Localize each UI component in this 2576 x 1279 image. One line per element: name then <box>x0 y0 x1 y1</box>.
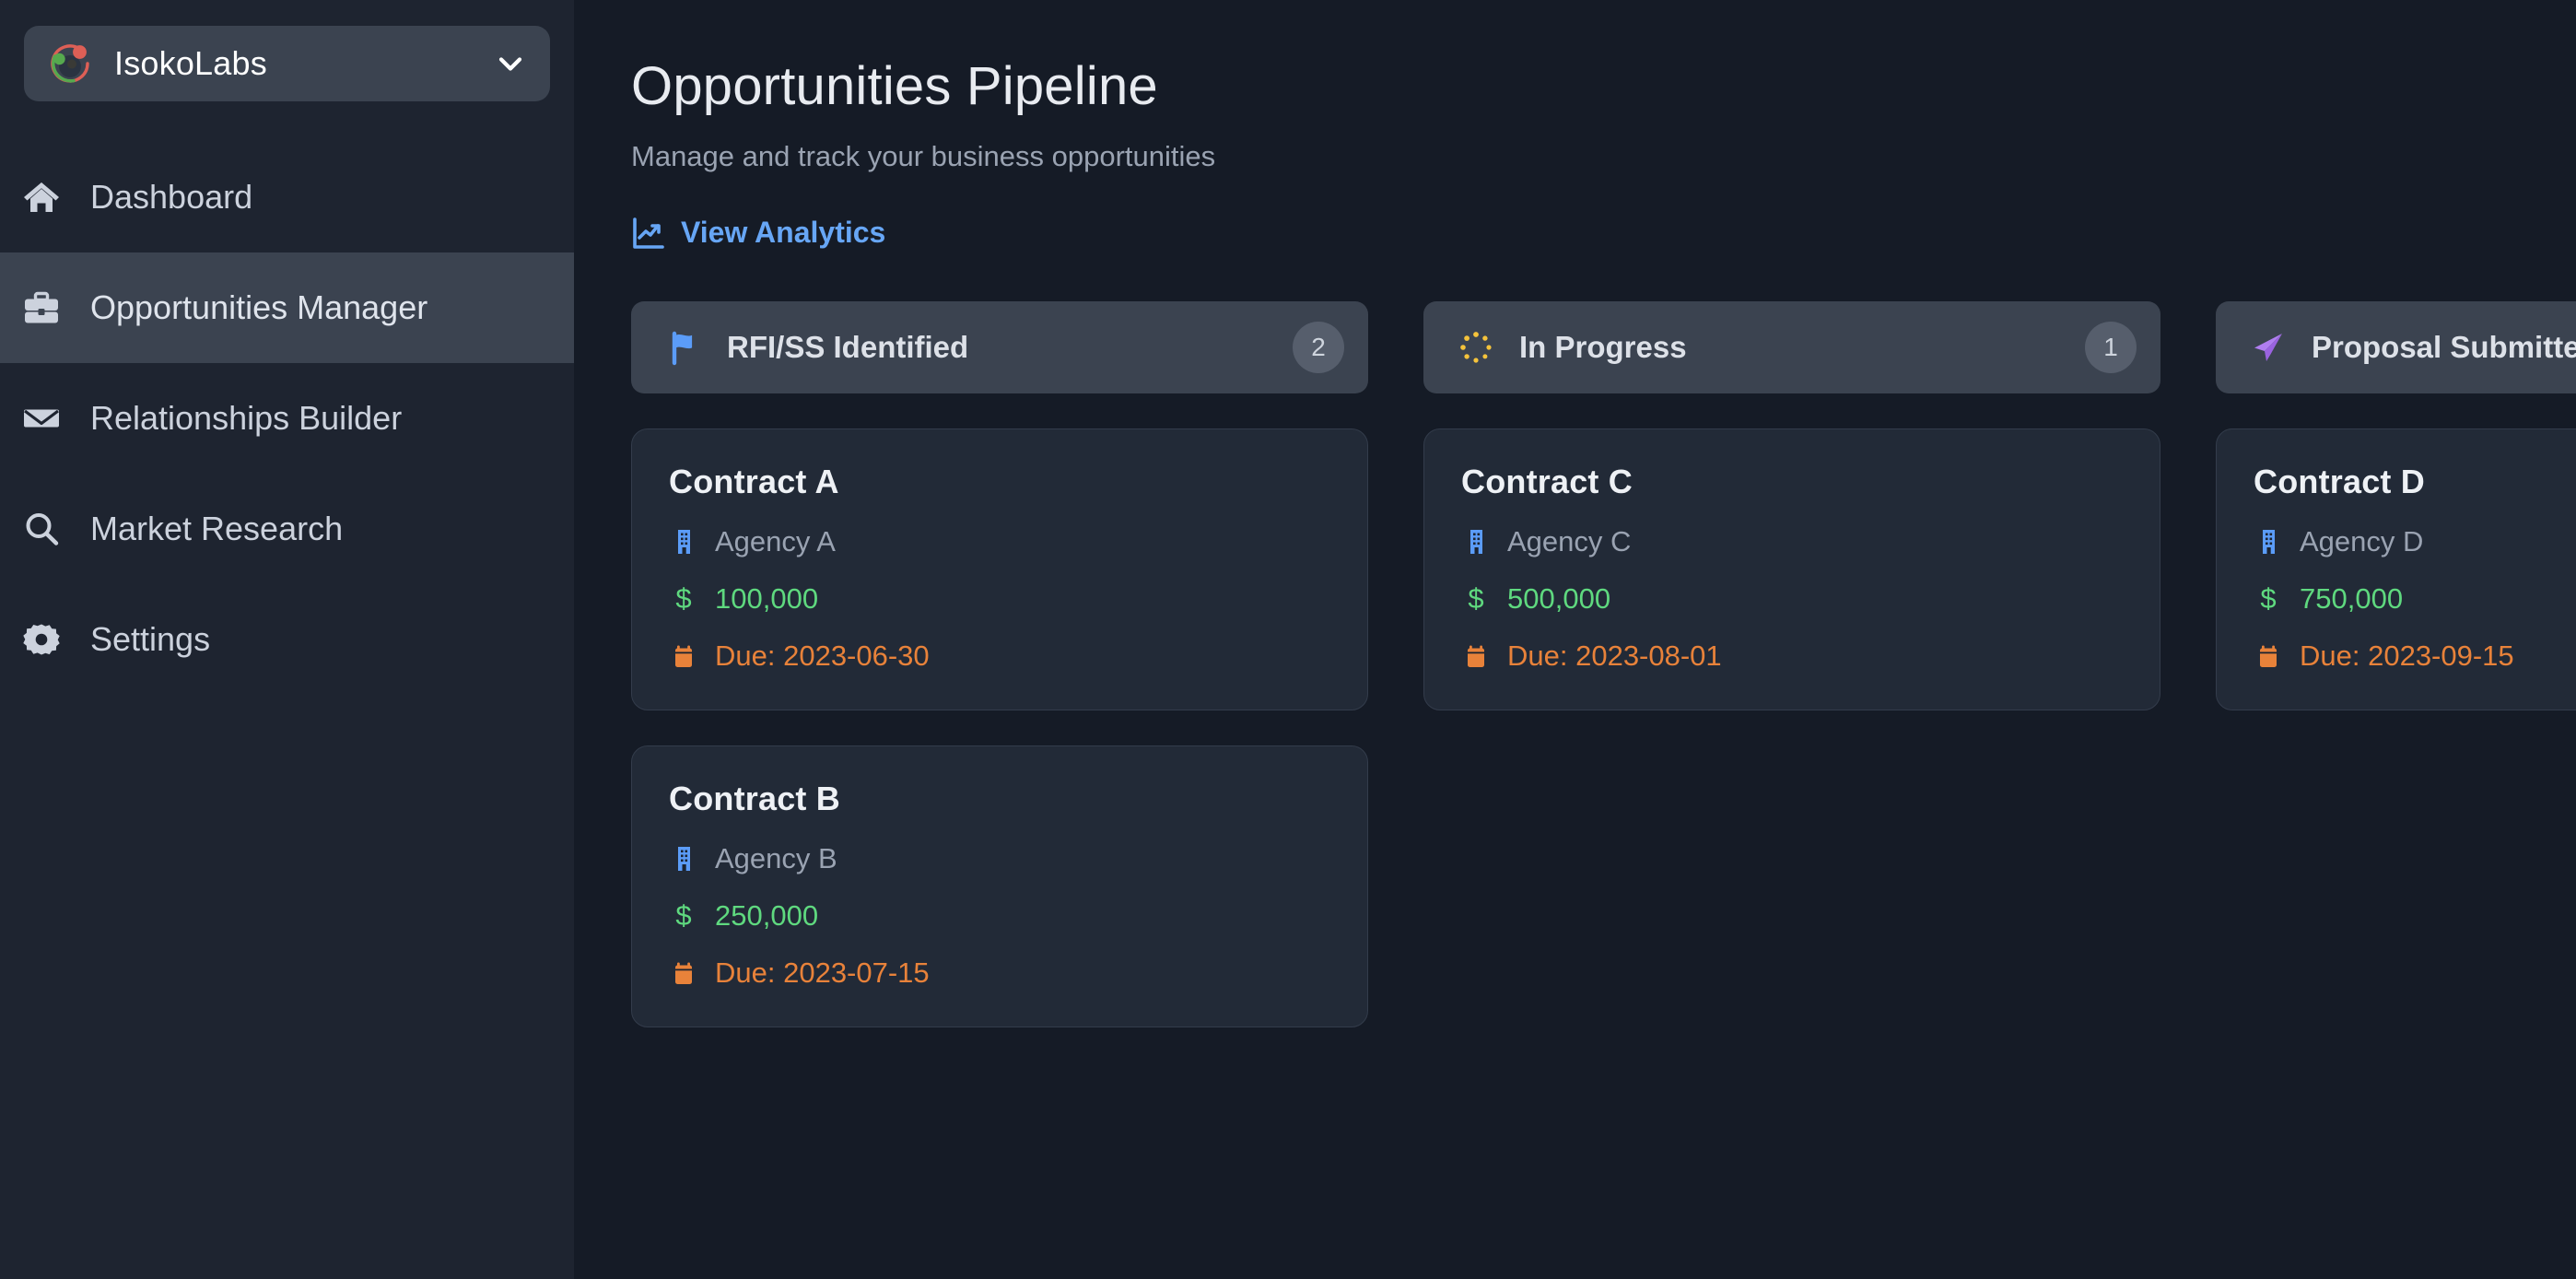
column-title: Proposal Submitted <box>2312 329 2576 364</box>
card-agency: Agency B <box>715 841 837 874</box>
paper-plane-icon <box>2249 328 2288 367</box>
card-due-date: Due: 2023-07-15 <box>715 956 930 989</box>
gear-icon <box>20 618 63 661</box>
column-cards: Contract C Agency C $ 500,000 Due: 2023-… <box>1423 428 2160 710</box>
card-due-date: Due: 2023-08-01 <box>1507 639 1722 672</box>
main-content: Opportunities Pipeline Manage and track … <box>574 0 2576 1279</box>
card-agency: Agency A <box>715 524 836 557</box>
briefcase-icon <box>20 287 63 329</box>
search-icon <box>20 508 63 550</box>
column-count-badge: 1 <box>2085 321 2137 373</box>
view-analytics-label: View Analytics <box>681 216 886 250</box>
opportunity-card[interactable]: Contract C Agency C $ 500,000 Due: 2023-… <box>1423 428 2160 710</box>
org-name: IsokoLabs <box>114 44 267 82</box>
column-count-badge: 2 <box>1293 321 1344 373</box>
pipeline-board: RFI/SS Identified 2 Contract A Agency A … <box>631 300 2576 1027</box>
app-root: IsokoLabs Dashboard Opportunities Manage… <box>0 0 2576 1279</box>
card-amount: 250,000 <box>715 898 819 932</box>
sidebar-nav: Dashboard Opportunities Manager Relation… <box>0 142 574 695</box>
pipeline-column-proposal-submitted: Proposal Submitted Contract D Agency D $… <box>2216 300 2576 710</box>
sidebar-item-market-research[interactable]: Market Research <box>0 474 574 584</box>
card-title: Contract D <box>2254 462 2426 500</box>
opportunity-card[interactable]: Contract D Agency D $ 750,000 Due: 2023-… <box>2216 428 2576 710</box>
card-title: Contract C <box>1461 462 1633 500</box>
card-title: Contract A <box>669 462 839 500</box>
column-header[interactable]: RFI/SS Identified 2 <box>631 300 1368 393</box>
card-amount: 100,000 <box>715 581 819 615</box>
opportunity-card[interactable]: Contract B Agency B $ 250,000 Due: 2023-… <box>631 745 1368 1027</box>
card-agency-row: Agency D <box>2254 525 2576 558</box>
card-agency-row: Agency C <box>1461 525 2123 558</box>
card-due-row: Due: 2023-07-15 <box>669 956 1330 990</box>
calendar-icon <box>1461 641 1491 671</box>
card-due-row: Due: 2023-08-01 <box>1461 640 2123 673</box>
building-icon <box>2254 527 2283 557</box>
sidebar-item-label: Dashboard <box>90 178 253 216</box>
card-amount-row: $ 500,000 <box>1461 582 2123 616</box>
page-subtitle: Manage and track your business opportuni… <box>631 139 1216 172</box>
sidebar-item-label: Relationships Builder <box>90 399 403 437</box>
calendar-icon <box>669 641 698 671</box>
isokolabs-logo-icon <box>46 40 94 88</box>
card-amount-row: $ 750,000 <box>2254 582 2576 616</box>
card-amount-row: $ 100,000 <box>669 582 1330 616</box>
card-amount: 750,000 <box>2300 581 2404 615</box>
envelope-icon <box>20 397 63 440</box>
column-header[interactable]: In Progress 1 <box>1423 300 2160 393</box>
card-agency: Agency D <box>2300 524 2424 557</box>
building-icon <box>669 844 698 874</box>
card-title: Contract B <box>669 779 841 817</box>
sidebar-item-label: Market Research <box>90 510 344 547</box>
page-title: Opportunities Pipeline <box>631 56 1158 116</box>
dollar-icon: $ <box>675 898 692 932</box>
card-due-date: Due: 2023-06-30 <box>715 639 930 672</box>
sidebar-item-settings[interactable]: Settings <box>0 584 574 695</box>
chart-line-up-icon <box>631 216 666 251</box>
column-title: In Progress <box>1519 329 1687 364</box>
chevron-down-icon[interactable] <box>495 48 526 79</box>
dollar-icon: $ <box>675 581 692 615</box>
card-agency-row: Agency B <box>669 842 1330 875</box>
view-analytics-link[interactable]: View Analytics <box>631 216 885 251</box>
sidebar-item-label: Opportunities Manager <box>90 288 428 326</box>
org-selector[interactable]: IsokoLabs <box>24 26 550 101</box>
card-due-row: Due: 2023-06-30 <box>669 640 1330 673</box>
card-due-date: Due: 2023-09-15 <box>2300 639 2514 672</box>
column-cards: Contract D Agency D $ 750,000 Due: 2023-… <box>2216 428 2576 710</box>
spinner-dots-icon <box>1457 328 1495 367</box>
card-amount: 500,000 <box>1507 581 1611 615</box>
building-icon <box>1461 527 1491 557</box>
card-amount-row: $ 250,000 <box>669 899 1330 933</box>
pipeline-column-rfi-ss-identified: RFI/SS Identified 2 Contract A Agency A … <box>631 300 1368 1027</box>
card-due-row: Due: 2023-09-15 <box>2254 640 2576 673</box>
pipeline-column-in-progress: In Progress 1 Contract C Agency C $ 500,… <box>1423 300 2160 710</box>
card-agency-row: Agency A <box>669 525 1330 558</box>
dollar-icon: $ <box>2260 581 2277 615</box>
sidebar-item-dashboard[interactable]: Dashboard <box>0 142 574 252</box>
sidebar-item-opportunities-manager[interactable]: Opportunities Manager <box>0 252 574 363</box>
sidebar-item-relationships-builder[interactable]: Relationships Builder <box>0 363 574 474</box>
home-icon <box>20 176 63 218</box>
opportunity-card[interactable]: Contract A Agency A $ 100,000 Due: 2023-… <box>631 428 1368 710</box>
blue-flag-icon <box>664 328 703 367</box>
column-cards: Contract A Agency A $ 100,000 Due: 2023-… <box>631 428 1368 1027</box>
column-title: RFI/SS Identified <box>727 329 969 364</box>
sidebar-item-label: Settings <box>90 620 211 658</box>
calendar-icon <box>2254 641 2283 671</box>
card-agency: Agency C <box>1507 524 1632 557</box>
sidebar: IsokoLabs Dashboard Opportunities Manage… <box>0 0 574 1279</box>
dollar-icon: $ <box>1468 581 1484 615</box>
building-icon <box>669 527 698 557</box>
calendar-icon <box>669 958 698 988</box>
column-header[interactable]: Proposal Submitted <box>2216 300 2576 393</box>
